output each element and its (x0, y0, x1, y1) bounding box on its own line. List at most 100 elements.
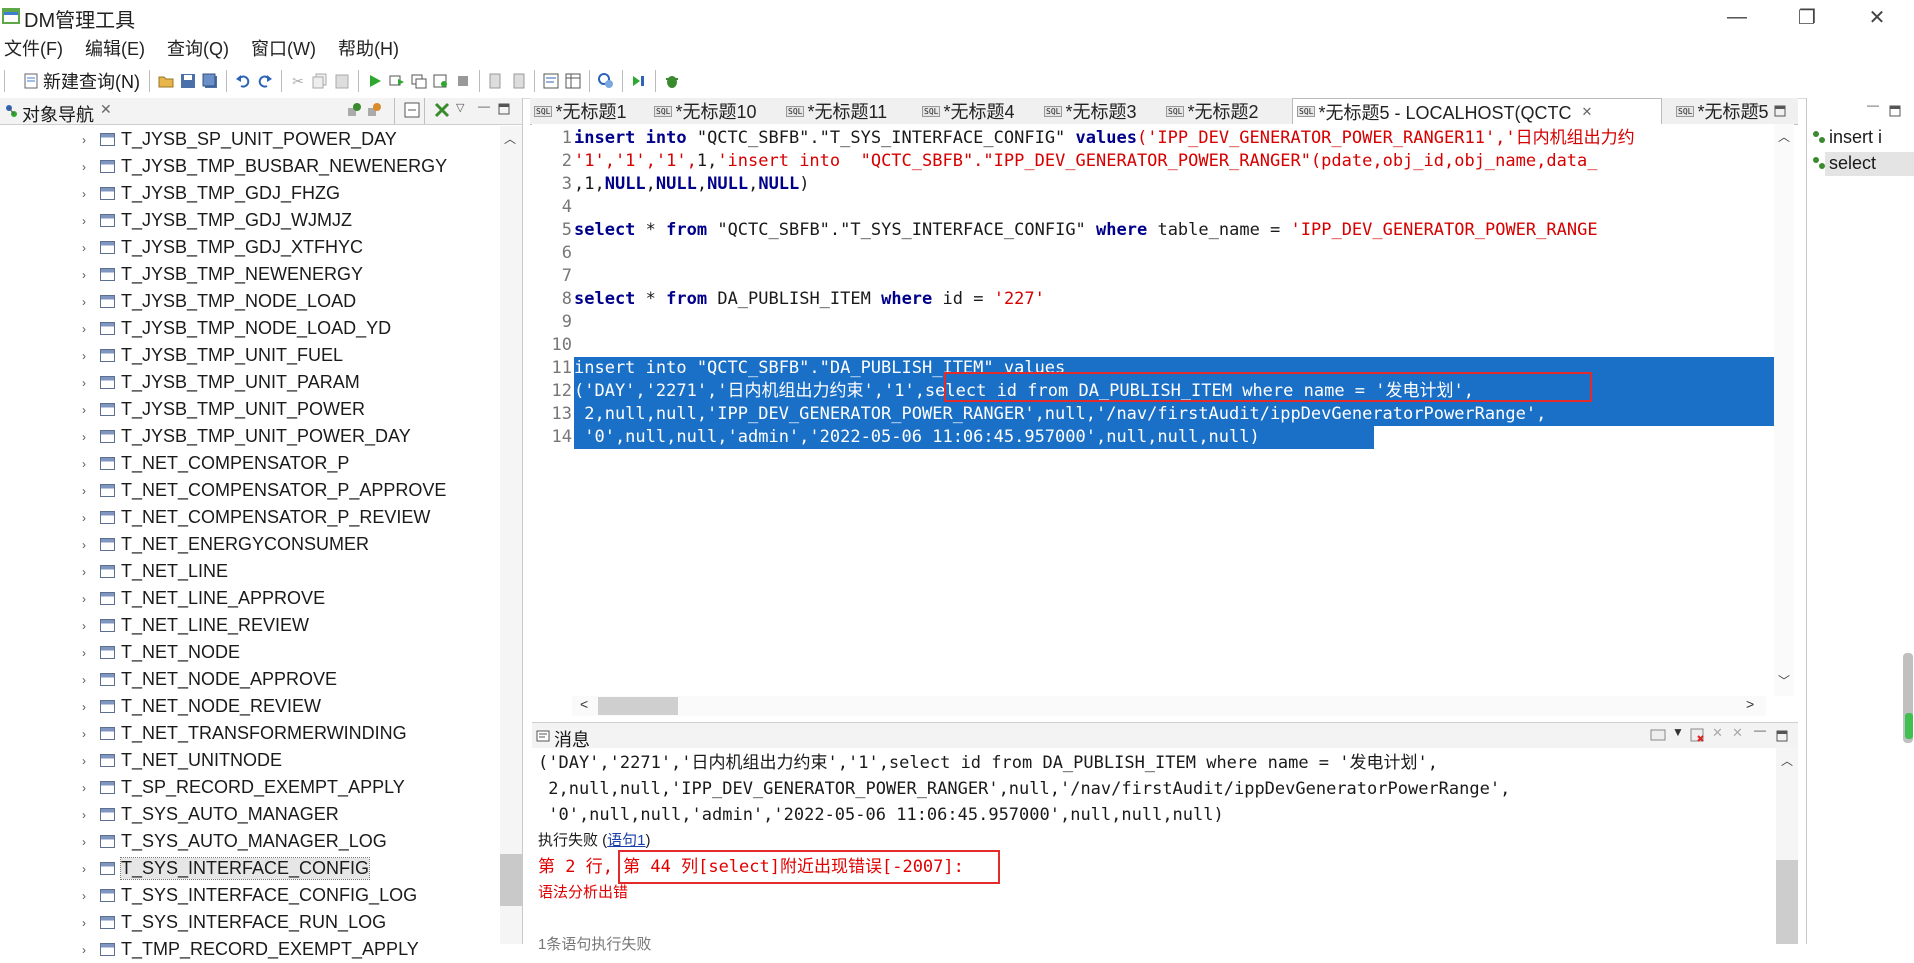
expand-arrow-icon[interactable]: › (82, 538, 96, 552)
tree-item[interactable]: › T_JYSB_TMP_GDJ_WJMJZ (82, 207, 352, 234)
tree-item[interactable]: › T_NET_ENERGYCONSUMER (82, 531, 369, 558)
messages-clear-icon[interactable] (1690, 728, 1704, 747)
format-icon[interactable] (543, 73, 559, 89)
expand-arrow-icon[interactable]: › (82, 727, 96, 741)
tree-item[interactable]: › T_NET_LINE (82, 558, 228, 585)
expand-arrow-icon[interactable]: › (82, 457, 96, 471)
save-all-icon[interactable] (202, 73, 218, 89)
minimize-panel-icon[interactable]: — (478, 99, 490, 113)
run-selected-icon[interactable] (389, 73, 405, 89)
tab-untitled-3[interactable]: SQL *无标题3 (1044, 98, 1136, 124)
expand-arrow-icon[interactable]: › (82, 376, 96, 390)
scroll-left-icon[interactable]: < (580, 696, 588, 712)
expand-arrow-icon[interactable]: › (82, 187, 96, 201)
expand-arrow-icon[interactable]: › (82, 484, 96, 498)
expand-arrow-icon[interactable]: › (82, 349, 96, 363)
tree-item[interactable]: › T_JYSB_TMP_GDJ_XTFHYC (82, 234, 363, 261)
maximize-messages-icon[interactable] (1776, 729, 1788, 747)
tree-item[interactable]: › T_JYSB_TMP_UNIT_FUEL (82, 342, 343, 369)
tree-item[interactable]: › T_NET_NODE (82, 639, 240, 666)
tree-item[interactable]: › T_NET_UNITNODE (82, 747, 282, 774)
new-query-button[interactable]: 新建查询(N) (16, 66, 144, 96)
tree-item[interactable]: › T_NET_NODE_REVIEW (82, 693, 321, 720)
expand-arrow-icon[interactable]: › (82, 862, 96, 876)
tree-item[interactable]: › T_SYS_INTERFACE_CONFIG_LOG (82, 882, 417, 909)
navigator-scroll-thumb[interactable] (500, 854, 522, 906)
minimize-messages-icon[interactable]: — (1754, 723, 1766, 737)
expand-arrow-icon[interactable]: › (82, 133, 96, 147)
minimize-outline-icon[interactable]: — (1867, 98, 1879, 112)
tree-item[interactable]: › T_JYSB_TMP_GDJ_FHZG (82, 180, 340, 207)
expand-arrow-icon[interactable]: › (82, 673, 96, 687)
tree-item[interactable]: › T_SYS_INTERFACE_RUN_LOG (82, 909, 386, 936)
expand-arrow-icon[interactable]: › (82, 808, 96, 822)
editor-vertical-scrollbar[interactable]: ︿ ﹀ (1774, 124, 1794, 696)
undo-icon[interactable] (235, 73, 251, 89)
expand-arrow-icon[interactable]: › (82, 430, 96, 444)
tree-item[interactable]: › T_JYSB_TMP_NODE_LOAD_YD (82, 315, 391, 342)
navigator-close-icon[interactable]: ✕ (100, 101, 112, 118)
messages-remove-all-icon[interactable]: ✕ (1732, 725, 1743, 741)
paste-icon[interactable] (334, 73, 350, 89)
tree-item[interactable]: › T_NET_LINE_REVIEW (82, 612, 309, 639)
menu-help[interactable]: 帮助(H) (336, 35, 401, 61)
tree-item[interactable]: › T_JYSB_TMP_BUSBAR_NEWENERGY (82, 153, 447, 180)
maximize-panel-icon[interactable] (498, 102, 510, 120)
tree-item[interactable]: › T_SYS_INTERFACE_CONFIG (82, 855, 371, 882)
connect-icon[interactable] (598, 73, 614, 89)
expand-arrow-icon[interactable]: › (82, 295, 96, 309)
editor-horizontal-scroll-thumb[interactable] (598, 697, 678, 715)
expand-arrow-icon[interactable]: › (82, 889, 96, 903)
tree-item[interactable]: › T_NET_LINE_APPROVE (82, 585, 325, 612)
scroll-down-icon[interactable]: ﹀ (1778, 672, 1790, 689)
copy-icon[interactable] (312, 73, 328, 89)
messages-scroll-thumb[interactable] (1776, 860, 1798, 944)
messages-view-icon[interactable] (1650, 728, 1666, 747)
maximize-editor-icon[interactable] (1774, 104, 1786, 122)
tree-item[interactable]: › T_SYS_AUTO_MANAGER (82, 801, 339, 828)
redo-icon[interactable] (257, 73, 273, 89)
menu-file[interactable]: 文件(F) (2, 35, 65, 61)
refresh-nav-icon[interactable] (366, 102, 382, 123)
expand-arrow-icon[interactable]: › (82, 511, 96, 525)
sql-editor[interactable]: 1 2 3 4 5 6 7 8 9 10 11 12 13 14 insert … (532, 124, 1794, 696)
expand-arrow-icon[interactable]: › (82, 781, 96, 795)
tab-untitled-2[interactable]: SQL *无标题2 (1166, 98, 1258, 124)
expand-arrow-icon[interactable]: › (82, 268, 96, 282)
editor-horizontal-scrollbar[interactable]: < > (572, 696, 1766, 716)
outline-item-select[interactable]: select (1829, 153, 1876, 174)
expand-arrow-icon[interactable]: › (82, 700, 96, 714)
tab-close-icon[interactable]: ✕ (1581, 104, 1592, 120)
tree-item[interactable]: › T_NET_NODE_APPROVE (82, 666, 337, 693)
run-script-icon[interactable] (411, 73, 427, 89)
step-run-icon[interactable] (631, 73, 647, 89)
tree-item[interactable]: › T_SYS_AUTO_MANAGER_LOG (82, 828, 387, 855)
run-icon[interactable] (367, 73, 383, 89)
expand-arrow-icon[interactable]: › (82, 916, 96, 930)
tree-item[interactable]: › T_NET_TRANSFORMERWINDING (82, 720, 407, 747)
tree-item[interactable]: › T_NET_COMPENSATOR_P_REVIEW (82, 504, 430, 531)
messages-remove-icon[interactable]: ✕ (1712, 725, 1723, 741)
scroll-up-icon[interactable]: ︿ (504, 130, 516, 147)
tree-item[interactable]: › T_TMP_RECORD_EXEMPT_APPLY (82, 936, 419, 963)
stop-icon[interactable] (455, 73, 471, 89)
menu-window[interactable]: 窗口(W) (249, 35, 318, 61)
expand-arrow-icon[interactable]: › (82, 592, 96, 606)
messages-dropdown-icon[interactable]: ▼ (1672, 725, 1684, 739)
tree-item[interactable]: › T_JYSB_SP_UNIT_POWER_DAY (82, 126, 397, 153)
tab-untitled-5-localhost[interactable]: SQL *无标题5 - LOCALHOST(QCTC ✕ (1292, 98, 1662, 124)
navigator-scrollbar[interactable]: ︿ (500, 126, 522, 944)
expand-arrow-icon[interactable]: › (82, 160, 96, 174)
collapse-all-icon[interactable] (404, 102, 420, 123)
close-button[interactable]: ✕ (1842, 0, 1912, 34)
tab-untitled-4[interactable]: SQL *无标题4 (922, 98, 1014, 124)
link-icon[interactable] (434, 102, 450, 123)
minimize-editor-icon[interactable]: — (1752, 98, 1764, 112)
cut-icon[interactable]: ✂ (290, 73, 306, 89)
expand-arrow-icon[interactable]: › (82, 565, 96, 579)
expand-arrow-icon[interactable]: › (82, 835, 96, 849)
tree-item[interactable]: › T_JYSB_TMP_UNIT_PARAM (82, 369, 360, 396)
menu-edit[interactable]: 编辑(E) (83, 35, 147, 61)
scroll-up-icon[interactable]: ︿ (1781, 752, 1793, 769)
expand-arrow-icon[interactable]: › (82, 646, 96, 660)
